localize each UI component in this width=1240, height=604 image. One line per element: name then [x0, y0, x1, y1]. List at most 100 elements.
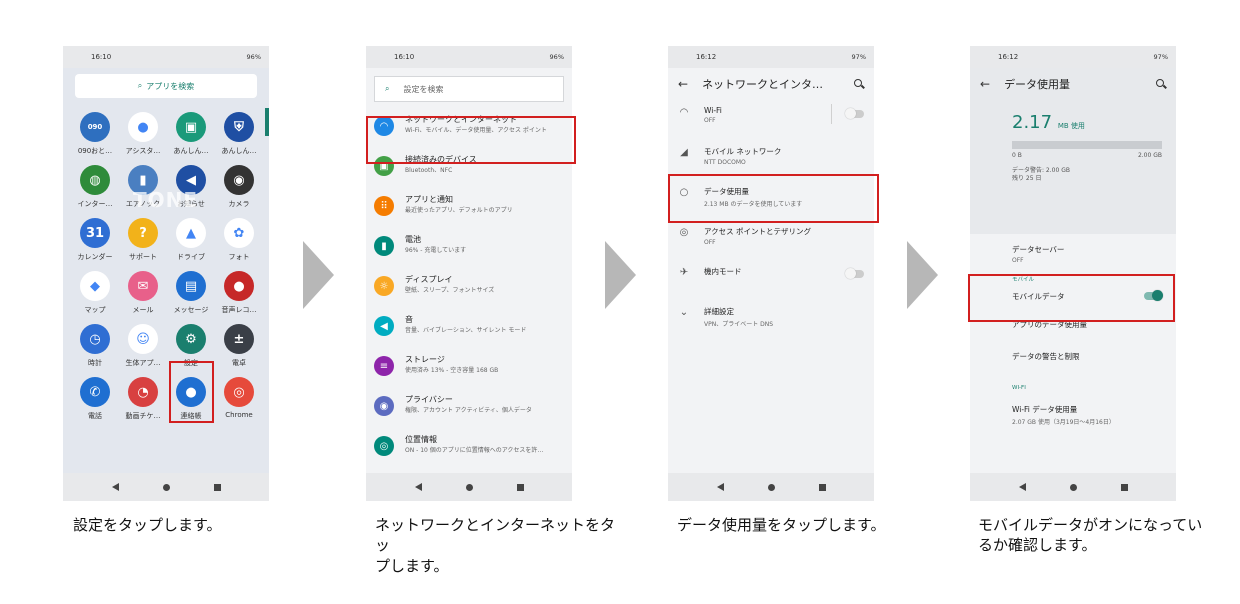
- home-icon[interactable]: [162, 483, 170, 491]
- recents-icon[interactable]: [818, 483, 826, 491]
- recents-icon[interactable]: [516, 483, 524, 491]
- search-icon: ⌕: [137, 81, 143, 90]
- network-item[interactable]: ✈ 機内モード: [668, 264, 874, 304]
- app-camera[interactable]: ◉ カメラ: [215, 165, 263, 209]
- storage-icon: ≡: [374, 356, 394, 376]
- settings-item[interactable]: ◎ 位置情報 ON - 10 個のアプリに位置情報へのアクセスを許…: [366, 432, 572, 472]
- app-shield[interactable]: ⛨ あんしん…: [215, 112, 263, 156]
- usage-amount: 2.17 MB 使用: [1012, 112, 1162, 133]
- globe-icon: ◍: [80, 165, 110, 195]
- phone-screen-network: 16:12 97% ← ネットワークとインタ… ◠ Wi-Fi OFF ◢ モバイル ネ…: [668, 46, 874, 501]
- settings-item[interactable]: ◉ プライバシー 権限、アカウント アクティビティ、個人データ: [366, 392, 572, 432]
- warning-limit-item[interactable]: データの警告と制限: [970, 351, 1176, 362]
- app-label: 生体アプ…: [125, 359, 161, 367]
- app-support[interactable]: ? サポート: [119, 218, 167, 262]
- toggle-switch[interactable]: [845, 108, 864, 119]
- app-phone[interactable]: ✆ 電話: [71, 377, 119, 421]
- app-label: インター…: [77, 200, 113, 208]
- settings-item-subtitle: Bluetooth、NFC: [405, 167, 453, 174]
- status-time: 16:12: [998, 53, 1019, 61]
- back-arrow-icon[interactable]: ←: [678, 77, 688, 91]
- app-assistant[interactable]: ● アシスタ…: [119, 112, 167, 156]
- home-icon[interactable]: [465, 483, 473, 491]
- app-bar: ← データ使用量: [970, 68, 1176, 100]
- app-mail[interactable]: ✉ メール: [119, 271, 167, 315]
- watermark: TONE: [133, 188, 199, 212]
- app-recorder[interactable]: ● 音声レコ…: [215, 271, 263, 315]
- settings-item[interactable]: ⠿ アプリと通知 最近使ったアプリ、デフォルトのアプリ: [366, 192, 572, 232]
- app-label: メッセージ: [173, 306, 209, 314]
- app-clock[interactable]: ◷ 時計: [71, 324, 119, 368]
- app-photos[interactable]: ✿ フォト: [215, 218, 263, 262]
- app-label: ドライブ: [177, 253, 205, 261]
- nav-bar: [668, 473, 874, 501]
- network-item[interactable]: ◠ Wi-Fi OFF: [668, 104, 874, 144]
- network-item-title: モバイル ネットワーク: [704, 147, 782, 156]
- app-maps[interactable]: ◆ マップ: [71, 271, 119, 315]
- wifi-usage-item[interactable]: Wi-Fi データ使用量 2.07 GB 使用（3月19日〜4月16日）: [970, 404, 1176, 426]
- settings-search-field[interactable]: ⌕ 設定を検索: [374, 76, 564, 102]
- back-icon[interactable]: [414, 483, 422, 491]
- home-icon[interactable]: [767, 483, 775, 491]
- network-item-subtitle: NTT DOCOMO: [704, 159, 746, 166]
- app-chrome[interactable]: ◎ Chrome: [215, 377, 263, 421]
- wifi-icon: ◠: [679, 107, 689, 118]
- settings-item-subtitle: 権限、アカウント アクティビティ、個人データ: [405, 407, 532, 414]
- network-settings-list: ◠ Wi-Fi OFF ◢ モバイル ネットワーク NTT DOCOMO ○ データ使用量 2.…: [668, 104, 874, 344]
- search-icon[interactable]: [1156, 79, 1166, 89]
- days-left-text: 残り 25 日: [1012, 175, 1042, 183]
- home-icon[interactable]: [1069, 483, 1077, 491]
- search-icon[interactable]: [854, 79, 864, 89]
- settings-item[interactable]: ☼ ディスプレイ 壁紙、スリープ、フォントサイズ: [366, 272, 572, 312]
- usage-range-max: 2.00 GB: [1137, 152, 1162, 159]
- calculator-icon: ±: [224, 324, 254, 354]
- data-saver-item[interactable]: データセーバー OFF: [970, 244, 1176, 264]
- caption-step-2: ネットワークとインターネットをタッ プします。: [375, 516, 616, 575]
- app-bio-app[interactable]: ☺ 生体アプ…: [119, 324, 167, 368]
- network-item-title: アクセス ポイントとテザリング: [704, 227, 812, 236]
- phone-screen-settings: 16:10 96% ⌕ 設定を検索 ◠ ネットワークとインターネット Wi-Fi、モ…: [366, 46, 572, 501]
- network-item[interactable]: ◎ アクセス ポイントとテザリング OFF: [668, 224, 874, 264]
- app-label: 時計: [88, 359, 102, 367]
- app-label: サポート: [129, 253, 157, 261]
- app-drive[interactable]: ▲ ドライブ: [167, 218, 215, 262]
- network-item[interactable]: ⌄ 詳細設定 VPN、プライベート DNS: [668, 304, 874, 344]
- settings-item-title: 電池: [405, 235, 421, 244]
- app-video-ticket[interactable]: ◔ 動画チケ…: [119, 377, 167, 421]
- app-message[interactable]: ▤ メッセージ: [167, 271, 215, 315]
- app-label: カレンダー: [77, 253, 113, 261]
- settings-item[interactable]: ◀ 音音量、バイブレーション、サイレント モード: [366, 312, 572, 352]
- settings-list: ◠ ネットワークとインターネット Wi-Fi、モバイル、データ使用量、アクセス ポイ…: [366, 112, 572, 472]
- scrollbar-thumb[interactable]: [265, 108, 269, 136]
- battery-icon: ▮: [374, 236, 394, 256]
- settings-item-subtitle: 最近使ったアプリ、デフォルトのアプリ: [405, 207, 513, 214]
- app-search-label: アプリを検索: [146, 81, 195, 91]
- recents-icon[interactable]: [1120, 483, 1128, 491]
- app-label: 動画チケ…: [125, 412, 161, 420]
- app-anshin[interactable]: ▣ あんしん…: [167, 112, 215, 156]
- back-icon[interactable]: [111, 483, 119, 491]
- app-search-bar[interactable]: ⌕ アプリを検索: [75, 74, 257, 98]
- settings-item[interactable]: ≡ ストレージ 使用済み 13% - 空き容量 168 GB: [366, 352, 572, 392]
- app-label: メール: [132, 306, 154, 314]
- back-arrow-icon[interactable]: ←: [980, 77, 990, 91]
- network-item-subtitle: OFF: [704, 239, 716, 246]
- app-globe[interactable]: ◍ インター…: [71, 165, 119, 209]
- status-bar: 16:10 96%: [366, 46, 572, 68]
- page-title: データ使用量: [1004, 78, 1071, 91]
- bio-app-icon: ☺: [128, 324, 158, 354]
- status-time: 16:10: [91, 53, 112, 61]
- back-icon[interactable]: [716, 483, 724, 491]
- network-item-title: 詳細設定: [704, 307, 734, 316]
- section-label-wifi: WI-FI: [1012, 385, 1026, 391]
- usage-value: 2.17: [1012, 112, 1053, 133]
- app-label: マップ: [84, 306, 106, 314]
- page-title: ネットワークとインタ…: [702, 78, 824, 91]
- settings-item[interactable]: ▮ 電池 96% - 充電しています: [366, 232, 572, 272]
- app-calculator[interactable]: ± 電卓: [215, 324, 263, 368]
- app-calendar[interactable]: 31 カレンダー: [71, 218, 119, 262]
- app-phone-090[interactable]: 090 090おと…: [71, 112, 119, 156]
- toggle-switch[interactable]: [845, 268, 864, 279]
- back-icon[interactable]: [1018, 483, 1026, 491]
- recents-icon[interactable]: [213, 483, 221, 491]
